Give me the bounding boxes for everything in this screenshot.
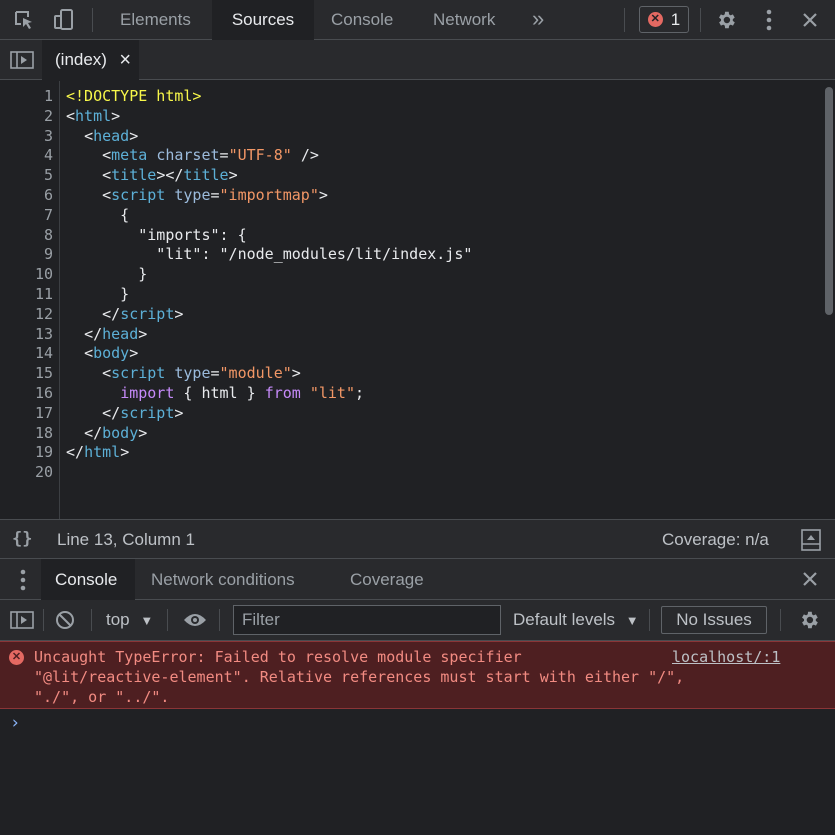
line-number[interactable]: 17: [3, 404, 53, 424]
editor-status-bar: {} Line 13, Column 1 Coverage: n/a: [0, 519, 835, 559]
error-icon: ✕: [647, 12, 663, 27]
line-number[interactable]: 7: [3, 206, 53, 226]
line-number[interactable]: 11: [3, 285, 53, 305]
show-console-sidebar-icon[interactable]: [10, 611, 34, 629]
toolbar-divider: [43, 609, 44, 631]
tab-elements[interactable]: Elements: [104, 0, 207, 40]
code-line: "imports": {: [66, 225, 247, 244]
code-line: <!DOCTYPE html>: [66, 87, 202, 105]
error-count-badge[interactable]: ✕ 1: [639, 6, 689, 33]
console-prompt-icon[interactable]: ›: [10, 713, 20, 733]
toolbar-divider: [780, 609, 781, 631]
line-number[interactable]: 16: [3, 384, 53, 404]
editor-scrollbar[interactable]: [825, 87, 833, 315]
device-toolbar-icon[interactable]: [48, 0, 80, 40]
coverage-status: Coverage: n/a: [662, 530, 769, 549]
log-levels-select[interactable]: Default levels ▼: [513, 610, 639, 630]
code-line: <head>: [84, 126, 139, 145]
close-file-tab-icon[interactable]: ×: [119, 40, 131, 80]
drawer-tabs: Console Network conditions Coverage: [0, 559, 835, 600]
dropdown-arrow-icon: ▼: [625, 613, 639, 628]
more-options-kebab-icon[interactable]: [754, 0, 784, 40]
toolbar-divider: [219, 609, 220, 631]
code-line: <body>: [84, 344, 139, 363]
toolbar-divider: [700, 8, 701, 32]
toggle-navigator-icon[interactable]: [10, 51, 34, 69]
toolbar-divider: [91, 609, 92, 631]
line-number[interactable]: 12: [3, 305, 53, 325]
issues-button[interactable]: No Issues: [661, 606, 767, 634]
error-icon: ✕: [9, 650, 24, 665]
file-tab-label: (index): [55, 50, 107, 69]
console-toolbar: top ▼ Filter Default levels ▼ No Issues: [0, 600, 835, 641]
toggle-debugger-icon[interactable]: [801, 529, 821, 551]
pretty-print-braces-icon[interactable]: {}: [12, 529, 32, 549]
code-line: </body>: [84, 423, 148, 442]
line-number[interactable]: 3: [3, 127, 53, 147]
devtools-main-toolbar: Elements Sources Console Network » ✕ 1: [0, 0, 835, 40]
code-line: <html>: [66, 106, 121, 125]
code-editor[interactable]: 1 2 3 4 5 6 7 8 9 10 11 12 13 14 15 16 17 18 19 20 <!DOCTYP…: [0, 81, 835, 519]
code-line: <meta charset="UTF-8" />: [102, 146, 319, 165]
context-label: top: [106, 610, 130, 629]
code-line: </script>: [102, 403, 184, 422]
toolbar-divider: [624, 8, 625, 32]
file-tab-index[interactable]: (index) ×: [42, 40, 139, 80]
line-number[interactable]: 6: [3, 186, 53, 206]
console-settings-gear-icon[interactable]: [798, 609, 820, 631]
more-tabs-chevron-icon[interactable]: »: [516, 0, 560, 40]
code-line: </script>: [102, 304, 184, 323]
execution-context-select[interactable]: top ▼: [106, 610, 153, 630]
line-number[interactable]: 2: [3, 107, 53, 127]
toolbar-divider: [92, 8, 93, 32]
clear-console-icon[interactable]: [55, 610, 75, 630]
line-number[interactable]: 18: [3, 424, 53, 444]
drawer-menu-kebab-icon[interactable]: [20, 569, 26, 591]
code-line: <script type="module">: [102, 364, 301, 383]
settings-gear-icon[interactable]: [710, 0, 742, 40]
toolbar-divider: [167, 609, 168, 631]
line-number[interactable]: 5: [3, 166, 53, 186]
code-line: }: [66, 265, 148, 284]
line-number[interactable]: 15: [3, 364, 53, 384]
code-line: </html>: [66, 443, 130, 462]
line-number[interactable]: 9: [3, 245, 53, 265]
line-number[interactable]: 19: [3, 443, 53, 463]
code-line: </head>: [84, 324, 148, 343]
code-line: {: [66, 205, 130, 224]
live-expression-eye-icon[interactable]: [183, 612, 207, 628]
line-number[interactable]: 1: [3, 87, 53, 107]
code-line: <script type="importmap">: [102, 186, 328, 204]
dropdown-arrow-icon: ▼: [140, 613, 154, 628]
source-file-tabs: (index) ×: [0, 40, 835, 80]
tab-network[interactable]: Network: [417, 0, 511, 40]
line-number[interactable]: 8: [3, 226, 53, 246]
code-line: "lit": "/node_modules/lit/index.js": [66, 245, 473, 264]
line-number[interactable]: 10: [3, 265, 53, 285]
line-number[interactable]: 4: [3, 146, 53, 166]
close-devtools-icon[interactable]: [796, 0, 824, 40]
cursor-position: Line 13, Column 1: [57, 530, 195, 549]
tab-sources[interactable]: Sources: [212, 0, 314, 40]
code-line: import { html } from "lit";: [120, 384, 365, 402]
drawer-tab-network-conditions[interactable]: Network conditions: [137, 559, 309, 600]
line-number[interactable]: 14: [3, 344, 53, 364]
log-levels-label: Default levels: [513, 610, 616, 629]
code-line: <title></title>: [102, 166, 238, 185]
close-drawer-icon[interactable]: [802, 571, 818, 587]
tab-console[interactable]: Console: [315, 0, 409, 40]
error-count: 1: [670, 9, 681, 29]
console-filter-input[interactable]: Filter: [233, 605, 501, 635]
inspect-element-icon[interactable]: [8, 0, 40, 40]
line-number-gutter: 1 2 3 4 5 6 7 8 9 10 11 12 13 14 15 16 17 18 19 20: [0, 81, 60, 519]
error-text: Uncaught TypeError: Failed to resolve mo…: [34, 648, 685, 706]
drawer-tab-console[interactable]: Console: [41, 559, 135, 600]
console-error-message: ✕ Uncaught TypeError: Failed to resolve …: [0, 641, 835, 709]
line-number[interactable]: 20: [3, 463, 53, 483]
line-number[interactable]: 13: [3, 325, 53, 345]
drawer-tab-coverage[interactable]: Coverage: [336, 559, 438, 600]
error-source-link[interactable]: localhost/:1: [672, 647, 780, 667]
toolbar-divider: [649, 609, 650, 631]
code-line: }: [66, 285, 130, 303]
